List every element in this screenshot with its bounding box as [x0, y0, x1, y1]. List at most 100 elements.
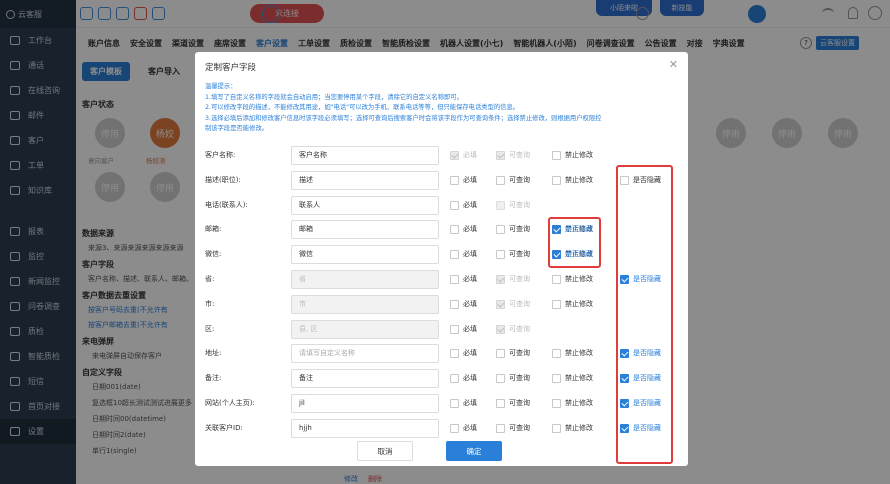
ok-button[interactable]: 确定 [446, 441, 502, 461]
checkbox-label: 必填 [463, 151, 477, 159]
checkbox-label: 必填 [463, 275, 477, 283]
checkbox-label: 禁止修改 [565, 423, 593, 432]
field-name-input: 省 [291, 270, 439, 289]
field-row: 描述(职位): 描述 必填 可查询 禁止修改 是否隐藏 [195, 170, 688, 191]
checkbox-label: 可查询 [509, 200, 530, 209]
required-checkbox[interactable] [450, 349, 459, 359]
required-checkbox[interactable] [450, 200, 459, 210]
field-name-input[interactable]: 微信 [291, 245, 439, 265]
no-edit-checkbox[interactable] [552, 399, 561, 408]
checkbox-label: 必填 [463, 299, 477, 308]
checkbox-label: 禁止修改 [565, 275, 593, 283]
field-label: 备注: [205, 374, 222, 383]
no-edit-checkbox[interactable] [552, 299, 561, 309]
field-row: 区: 县, 区 必填 可查询 [195, 319, 688, 340]
required-checkbox[interactable] [450, 374, 459, 384]
field-label: 微信: [205, 250, 222, 259]
notice-line: 制该字段是否能修改。 [205, 125, 268, 132]
queryable-checkbox [496, 275, 505, 284]
checkbox-label: 必填 [463, 250, 477, 259]
checkbox-label: 可查询 [509, 423, 530, 432]
checkbox-label: 可查询 [509, 324, 530, 333]
field-name-input: 市 [291, 294, 439, 314]
field-row: 微信: 微信 必填 可查询 禁止修改 是否隐藏 [195, 245, 688, 265]
queryable-checkbox[interactable] [496, 349, 505, 359]
checkbox-label: 可查询 [509, 175, 530, 184]
queryable-checkbox[interactable] [496, 399, 505, 408]
field-name-input[interactable]: 邮箱 [291, 220, 439, 240]
checkbox-label: 可查询 [509, 151, 530, 159]
checkbox-label: 可查询 [509, 250, 530, 259]
checkbox-label: 必填 [463, 200, 477, 209]
checkbox-label: 必填 [463, 175, 477, 184]
queryable-checkbox[interactable] [496, 250, 505, 260]
field-label: 关联客户ID: [205, 423, 243, 432]
checkbox-label: 可查询 [509, 349, 530, 358]
checkbox-label: 必填 [463, 225, 477, 234]
no-edit-checkbox[interactable] [552, 275, 561, 284]
field-row: 关联客户ID: hjjh 必填 可查询 禁止修改 是否隐藏 [195, 418, 688, 439]
field-row: 电话(联系人): 联系人 必填 可查询 [195, 195, 688, 216]
checkbox-label: 必填 [463, 399, 477, 407]
no-edit-checkbox[interactable] [552, 374, 561, 384]
field-label: 描述(职位): [205, 175, 241, 184]
no-edit-checkbox[interactable] [552, 175, 561, 185]
no-edit-checkbox[interactable] [552, 423, 561, 433]
checkbox-label: 必填 [463, 374, 477, 383]
field-name-input[interactable]: 请填写自定义名称 [291, 344, 439, 364]
field-label: 省: [205, 275, 215, 283]
checkbox-label: 可查询 [509, 374, 530, 383]
field-label: 邮箱: [205, 225, 222, 234]
checkbox-label: 可查询 [509, 299, 530, 308]
modal-title: 定制客户字段 [205, 63, 257, 73]
field-label: 网站(个人主页): [205, 399, 255, 407]
field-name-input: 县, 区 [291, 319, 439, 339]
queryable-checkbox[interactable] [496, 225, 505, 235]
field-label: 客户名称: [205, 151, 236, 159]
notice-line: 3.选择必填后添加和修改客户信息时该字段必须填写；选择可查询后搜索客户时会将该字… [205, 114, 602, 122]
highlight-box [548, 217, 601, 268]
checkbox-label: 可查询 [509, 275, 530, 283]
queryable-checkbox[interactable] [496, 423, 505, 433]
checkbox-label: 禁止修改 [565, 349, 593, 358]
required-checkbox[interactable] [450, 324, 459, 334]
queryable-checkbox [496, 151, 505, 160]
field-row: 网站(个人主页): jil 必填 可查询 禁止修改 是否隐藏 [195, 394, 688, 414]
required-checkbox[interactable] [450, 399, 459, 408]
checkbox-label: 必填 [463, 324, 477, 333]
queryable-checkbox[interactable] [496, 175, 505, 185]
highlight-box [616, 165, 673, 464]
queryable-checkbox [496, 200, 505, 210]
field-row: 地址: 请填写自定义名称 必填 可查询 禁止修改 是否隐藏 [195, 344, 688, 364]
field-name-input[interactable]: 联系人 [291, 195, 439, 215]
field-name-input[interactable]: hjjh [291, 418, 439, 438]
required-checkbox[interactable] [450, 175, 459, 185]
checkbox-label: 禁止修改 [565, 299, 593, 308]
checkbox-label: 必填 [463, 349, 477, 358]
queryable-checkbox[interactable] [496, 374, 505, 384]
checkbox-label: 禁止修改 [565, 151, 593, 159]
required-checkbox[interactable] [450, 299, 459, 309]
no-edit-checkbox[interactable] [552, 349, 561, 359]
no-edit-checkbox[interactable] [552, 151, 561, 160]
required-checkbox[interactable] [450, 423, 459, 433]
field-label: 地址: [205, 349, 222, 358]
required-checkbox [450, 151, 459, 160]
queryable-checkbox [496, 299, 505, 309]
field-row: 市: 市 必填 可查询 禁止修改 [195, 294, 688, 315]
field-name-input[interactable]: 备注 [291, 369, 439, 389]
field-name-input[interactable]: 描述 [291, 170, 439, 190]
checkbox-label: 禁止修改 [565, 175, 593, 184]
field-name-input[interactable]: 客户名称 [291, 146, 439, 165]
checkbox-label: 可查询 [509, 225, 530, 234]
checkbox-label: 可查询 [509, 399, 530, 407]
required-checkbox[interactable] [450, 275, 459, 284]
checkbox-label: 禁止修改 [565, 374, 593, 383]
field-name-input[interactable]: jil [291, 394, 439, 413]
close-icon[interactable]: ✕ [669, 58, 678, 71]
cancel-button[interactable]: 取消 [357, 441, 413, 461]
required-checkbox[interactable] [450, 250, 459, 260]
checkbox-label: 必填 [463, 423, 477, 432]
field-row: 备注: 备注 必填 可查询 禁止修改 是否隐藏 [195, 369, 688, 389]
required-checkbox[interactable] [450, 225, 459, 235]
